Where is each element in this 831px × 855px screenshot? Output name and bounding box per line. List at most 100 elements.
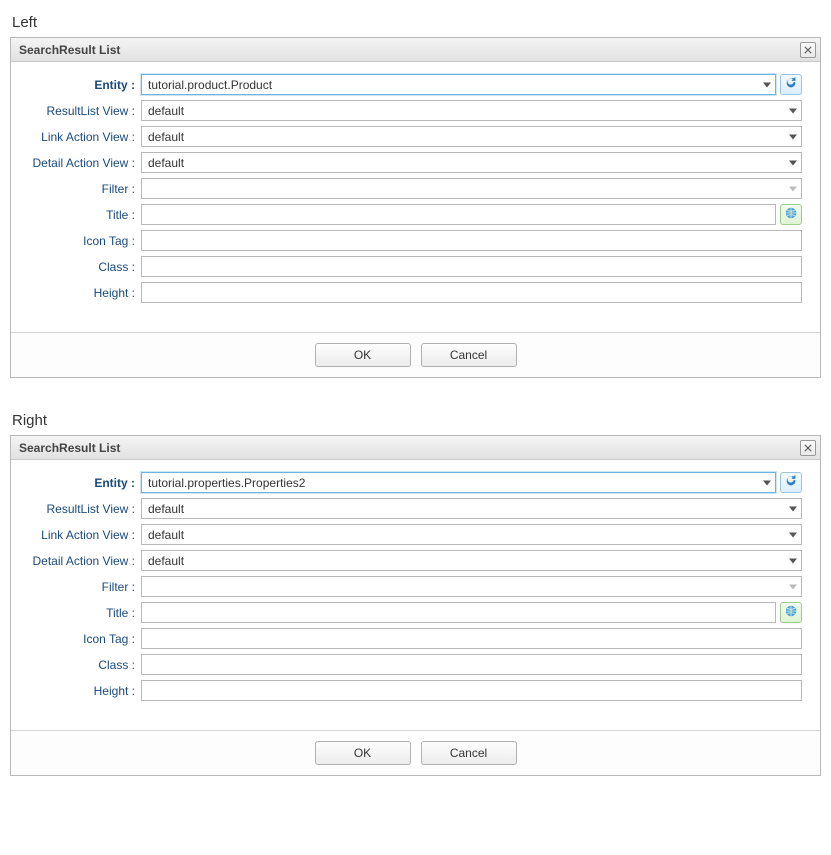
chevron-down-icon [789,584,797,589]
detail-action-view-select[interactable]: default [141,152,802,173]
row-detail-action-view: Detail Action View : default [29,550,802,571]
icon-tag-input[interactable] [141,230,802,251]
chevron-down-icon [789,558,797,563]
section-title-right: Right [12,412,821,429]
localize-button[interactable] [780,204,802,225]
label-entity: Entity : [29,78,141,92]
label-title: Title : [29,208,141,222]
chevron-down-icon [789,532,797,537]
panel-footer-left: OK Cancel [11,332,820,377]
panel-header-left: SearchResult List [11,38,820,62]
label-filter: Filter : [29,580,141,594]
label-link-action-view: Link Action View : [29,528,141,542]
row-link-action-view: Link Action View : default [29,524,802,545]
entity-select[interactable]: tutorial.product.Product [141,74,776,95]
localize-button[interactable] [780,602,802,623]
ok-button[interactable]: OK [315,343,411,367]
panel-header-right: SearchResult List [11,436,820,460]
cancel-button[interactable]: Cancel [421,343,517,367]
row-entity: Entity : tutorial.product.Product [29,74,802,95]
panel-left: SearchResult List Entity : tutorial.prod… [10,37,821,378]
height-input[interactable] [141,680,802,701]
refresh-button[interactable] [780,74,802,95]
icon-tag-input[interactable] [141,628,802,649]
cancel-button[interactable]: Cancel [421,741,517,765]
globe-icon [784,604,798,621]
row-filter: Filter : [29,576,802,597]
close-button[interactable] [800,42,816,58]
title-input[interactable] [141,602,776,623]
globe-icon [784,206,798,223]
resultlist-view-value: default [148,502,184,516]
label-resultlist-view: ResultList View : [29,104,141,118]
resultlist-view-value: default [148,104,184,118]
label-detail-action-view: Detail Action View : [29,554,141,568]
class-input[interactable] [141,654,802,675]
detail-action-view-value: default [148,156,184,170]
height-input[interactable] [141,282,802,303]
panel-title-left: SearchResult List [19,43,120,57]
class-input[interactable] [141,256,802,277]
link-action-view-select[interactable]: default [141,126,802,147]
row-title: Title : [29,602,802,623]
label-icon-tag: Icon Tag : [29,234,141,248]
label-height: Height : [29,286,141,300]
row-entity: Entity : tutorial.properties.Properties2 [29,472,802,493]
row-class: Class : [29,654,802,675]
row-link-action-view: Link Action View : default [29,126,802,147]
close-button[interactable] [800,440,816,456]
entity-value: tutorial.properties.Properties2 [148,476,305,490]
panel-body-left: Entity : tutorial.product.Product Result… [11,62,820,332]
panel-footer-right: OK Cancel [11,730,820,775]
panel-title-right: SearchResult List [19,441,120,455]
resultlist-view-select[interactable]: default [141,498,802,519]
row-filter: Filter : [29,178,802,199]
row-height: Height : [29,680,802,701]
link-action-view-select[interactable]: default [141,524,802,545]
chevron-down-icon [789,506,797,511]
section-title-left: Left [12,14,821,31]
detail-action-view-select[interactable]: default [141,550,802,571]
filter-select[interactable] [141,178,802,199]
refresh-button[interactable] [780,472,802,493]
label-link-action-view: Link Action View : [29,130,141,144]
label-detail-action-view: Detail Action View : [29,156,141,170]
ok-button[interactable]: OK [315,741,411,765]
row-class: Class : [29,256,802,277]
detail-action-view-value: default [148,554,184,568]
row-resultlist-view: ResultList View : default [29,498,802,519]
label-class: Class : [29,260,141,274]
link-action-view-value: default [148,130,184,144]
label-class: Class : [29,658,141,672]
entity-select[interactable]: tutorial.properties.Properties2 [141,472,776,493]
panel-right: SearchResult List Entity : tutorial.prop… [10,435,821,776]
row-detail-action-view: Detail Action View : default [29,152,802,173]
row-icon-tag: Icon Tag : [29,230,802,251]
panel-body-right: Entity : tutorial.properties.Properties2… [11,460,820,730]
label-entity: Entity : [29,476,141,490]
link-action-view-value: default [148,528,184,542]
resultlist-view-select[interactable]: default [141,100,802,121]
chevron-down-icon [789,134,797,139]
row-height: Height : [29,282,802,303]
chevron-down-icon [789,160,797,165]
refresh-icon [784,474,798,491]
refresh-icon [784,76,798,93]
entity-value: tutorial.product.Product [148,78,272,92]
chevron-down-icon [763,480,771,485]
close-icon [804,43,812,57]
label-height: Height : [29,684,141,698]
row-title: Title : [29,204,802,225]
label-icon-tag: Icon Tag : [29,632,141,646]
filter-select[interactable] [141,576,802,597]
label-title: Title : [29,606,141,620]
row-icon-tag: Icon Tag : [29,628,802,649]
chevron-down-icon [789,186,797,191]
row-resultlist-view: ResultList View : default [29,100,802,121]
label-filter: Filter : [29,182,141,196]
label-resultlist-view: ResultList View : [29,502,141,516]
chevron-down-icon [763,82,771,87]
chevron-down-icon [789,108,797,113]
close-icon [804,441,812,455]
title-input[interactable] [141,204,776,225]
